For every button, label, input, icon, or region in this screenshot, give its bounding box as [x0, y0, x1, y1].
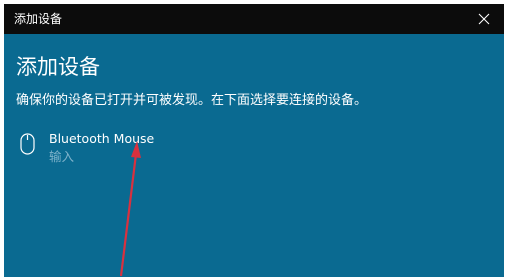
window-title: 添加设备: [14, 12, 63, 26]
device-type: 输入: [49, 149, 75, 164]
instructions-text: 确保你的设备已打开并可被发现。在下面选择要连接的设备。: [16, 93, 368, 108]
close-button[interactable]: [464, 4, 504, 34]
close-icon: [478, 13, 490, 25]
add-device-dialog: 添加设备 添加设备 确保你的设备已打开并可被发现。在下面选择要连接的设备。 Bl…: [4, 4, 504, 277]
mouse-icon: [20, 133, 35, 155]
page-heading: 添加设备: [16, 55, 100, 79]
device-item-bluetooth-mouse[interactable]: Bluetooth Mouse 输入: [12, 127, 262, 173]
title-bar: 添加设备: [4, 4, 504, 34]
device-name: Bluetooth Mouse: [49, 131, 155, 146]
